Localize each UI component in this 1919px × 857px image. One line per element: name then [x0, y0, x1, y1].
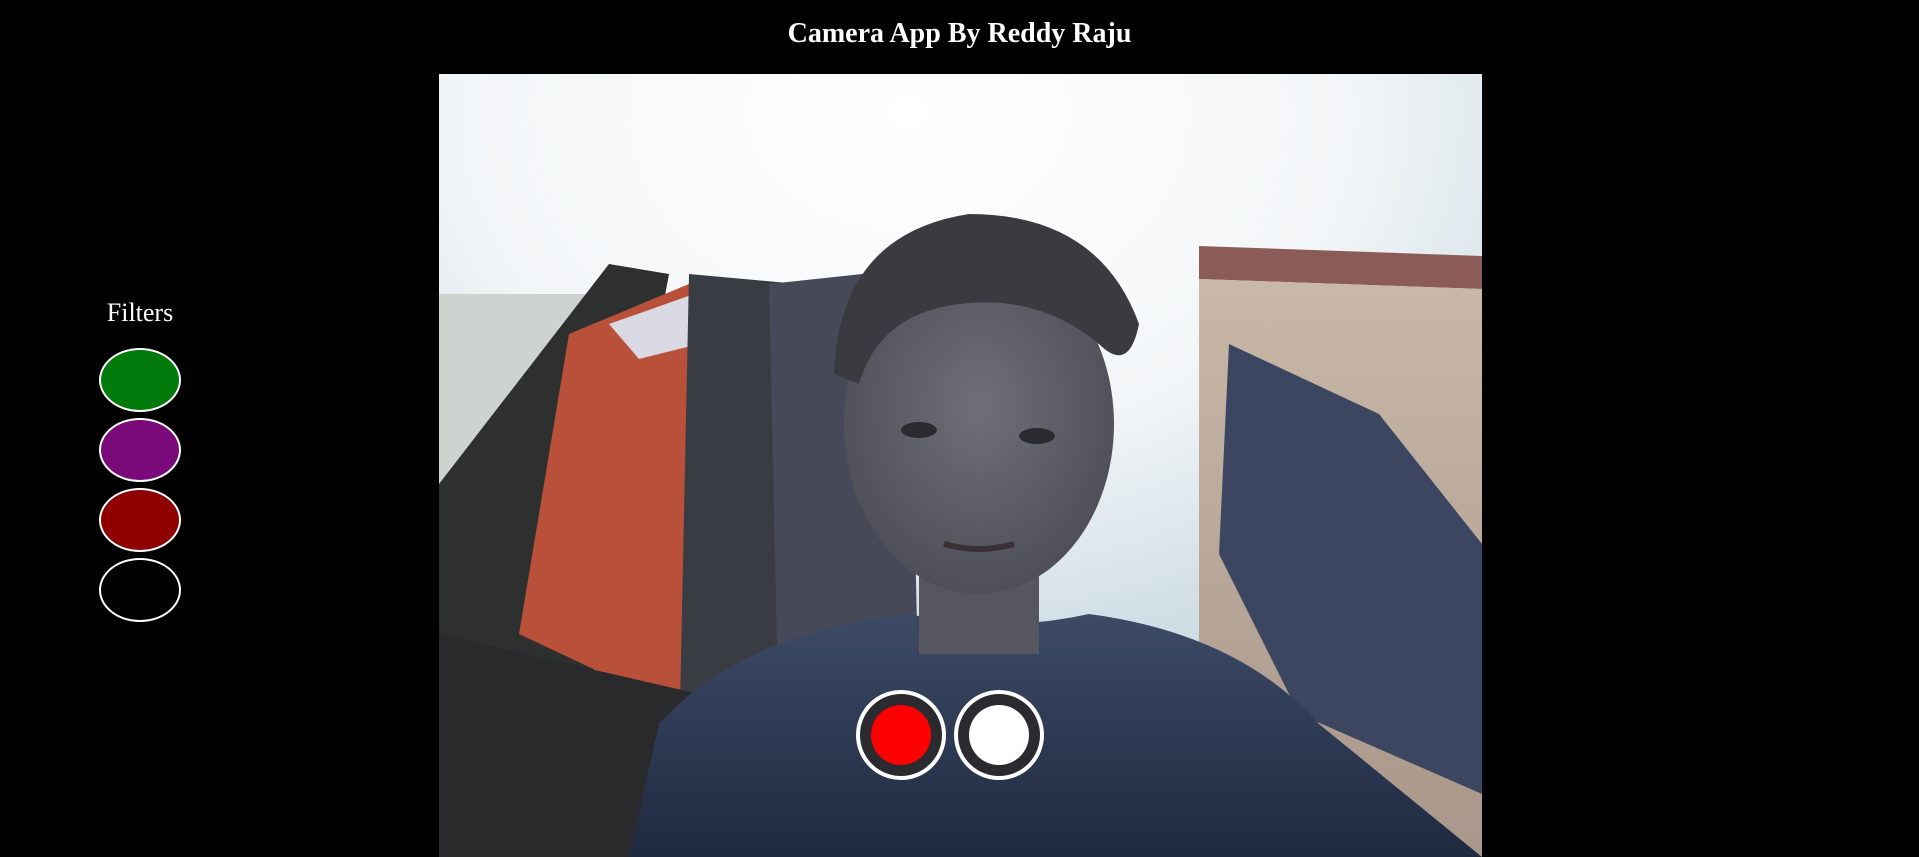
filter-none-swatch[interactable]: [99, 558, 181, 622]
filter-red-swatch[interactable]: [99, 488, 181, 552]
record-icon: [871, 705, 931, 765]
camera-controls: [856, 690, 1044, 780]
filter-green-swatch[interactable]: [99, 348, 181, 412]
app-title: Camera App By Reddy Raju: [787, 18, 1132, 49]
filters-heading: Filters: [106, 298, 174, 327]
filter-purple-swatch[interactable]: [99, 418, 181, 482]
record-button[interactable]: [856, 690, 946, 780]
camera-app: Camera App By Reddy Raju Filters: [0, 0, 1919, 857]
capture-button[interactable]: [954, 690, 1044, 780]
filters-panel: Filters: [95, 298, 185, 628]
capture-icon: [969, 705, 1029, 765]
